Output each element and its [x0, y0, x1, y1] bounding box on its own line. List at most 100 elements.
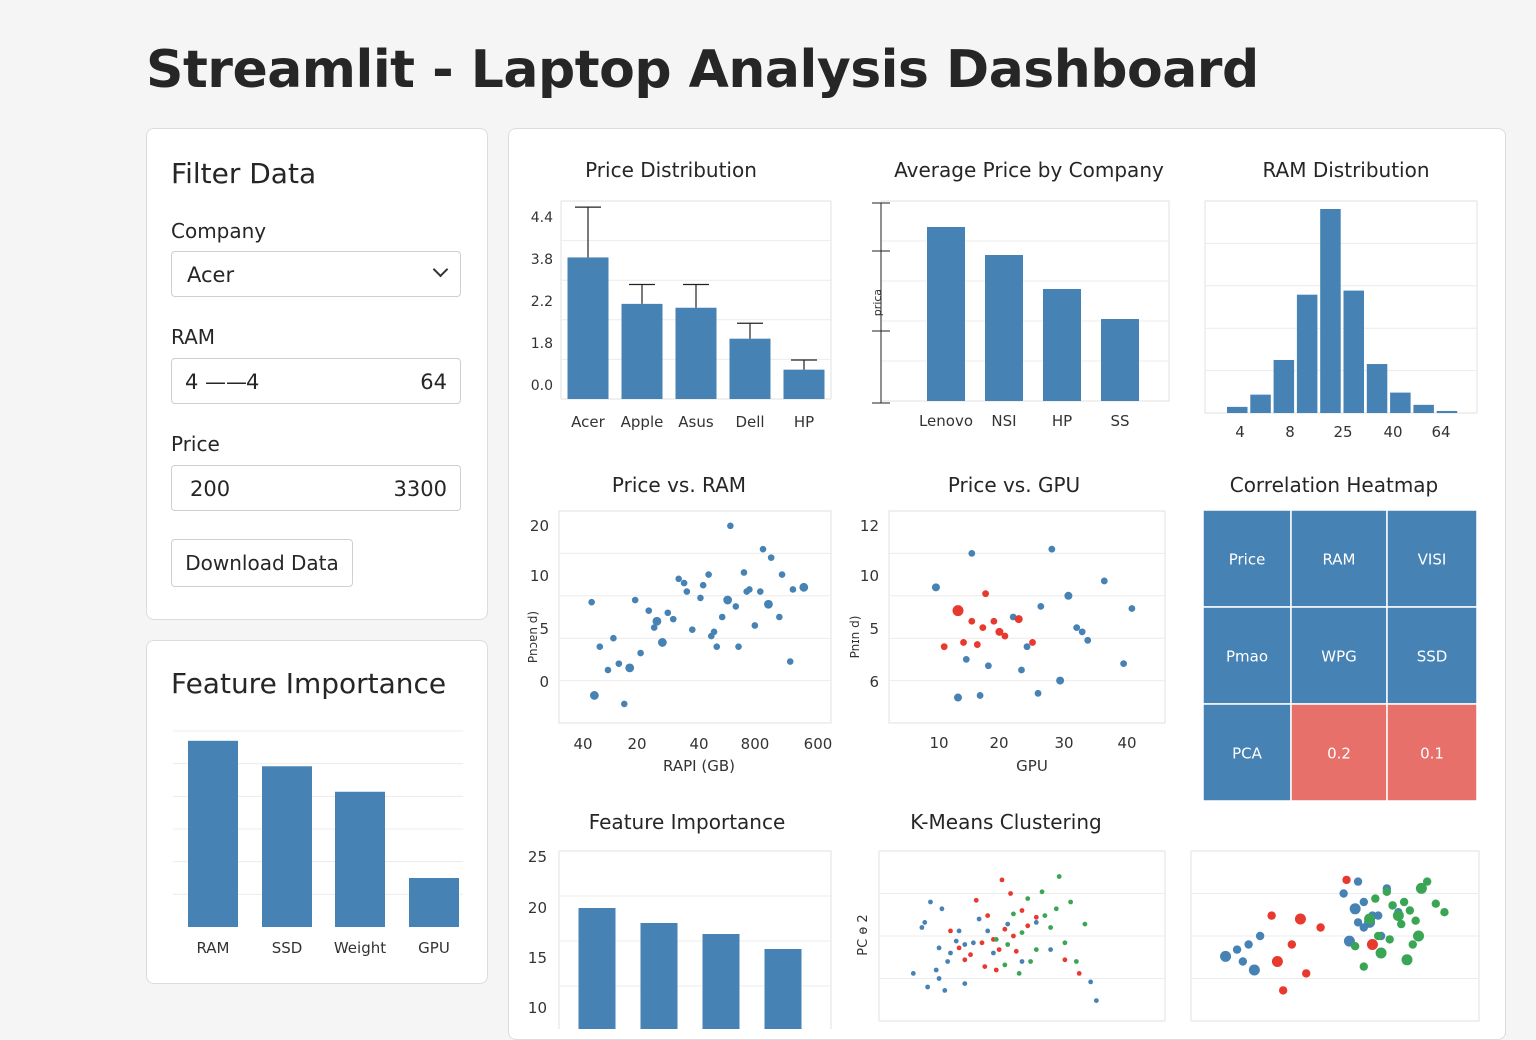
- price-gpu-point: [1048, 545, 1056, 553]
- price-ram-point: [688, 626, 696, 634]
- price-ram-point: [697, 594, 704, 602]
- price-ram-point: [588, 598, 595, 606]
- price-dist-xtick: Acer: [571, 413, 605, 431]
- kmeans2-point: [1411, 916, 1420, 925]
- kmeans2-point: [1302, 969, 1311, 978]
- kmeans2-point: [1408, 940, 1417, 949]
- kmeans2-point: [1316, 923, 1325, 932]
- kmeans2-point: [1392, 910, 1404, 922]
- price-range-input[interactable]: 200 3300: [171, 465, 461, 511]
- kmeans-point: [1068, 899, 1074, 905]
- price-max: 3300: [393, 477, 447, 501]
- ram-dist-xtick: 40: [1383, 423, 1402, 441]
- kmeans2-point: [1401, 954, 1413, 966]
- feature-importance-chart: RAM SSD Weight GPU: [173, 730, 463, 957]
- price-gpu-point: [1029, 639, 1036, 646]
- price-ram-point: [740, 569, 748, 576]
- kmeans2-point: [1431, 899, 1440, 908]
- kmeans-point: [1056, 874, 1062, 879]
- chevron-down-icon: [432, 261, 449, 278]
- ram-min: 4: [185, 370, 199, 394]
- fi2-bar: [578, 908, 616, 1029]
- kmeans2-point: [1353, 877, 1363, 886]
- price-gpu-point: [1078, 628, 1086, 636]
- price-ram-point: [708, 632, 715, 640]
- charts-canvas: Price Distribution 0.0 1.8 2.2 3.8 4.4 Acer App…: [526, 158, 1480, 1029]
- heatmap-cell-label: RAM: [1322, 551, 1355, 569]
- kmeans2-point: [1422, 877, 1432, 886]
- kmeans2-point: [1385, 935, 1394, 944]
- sidebar-fi-bar: [335, 791, 385, 927]
- ram-dist-frame: [1204, 200, 1478, 414]
- heatmap-cell-label: 0.1: [1420, 745, 1444, 763]
- kmeans-point: [996, 947, 1002, 952]
- kmeans-point: [1033, 947, 1039, 952]
- heatmap-cell-label: VISI: [1418, 551, 1447, 569]
- kmeans2-point: [1339, 889, 1348, 898]
- kmeans-ylabel: PC ɵ 2: [856, 914, 871, 955]
- ram-dist-bar: [1390, 392, 1411, 413]
- price-dist-bar: [621, 303, 663, 399]
- ram-low: 4: [246, 370, 260, 394]
- kmeans2-point: [1278, 986, 1288, 995]
- price-dist-bar: [675, 307, 717, 399]
- price-gpu-point: [1056, 676, 1065, 685]
- kmeans-point: [1088, 979, 1094, 985]
- kmeans2-point: [1399, 897, 1409, 907]
- price-ram-ytick: 5: [539, 620, 549, 638]
- heatmap-cell-label: SSD: [1417, 648, 1448, 666]
- sidebar-fi-bar: [262, 766, 312, 927]
- ram-dist-xtick: 8: [1285, 423, 1295, 441]
- price-dist-ytick: 1.8: [531, 336, 553, 352]
- fi2-bar: [702, 934, 740, 1029]
- price-ram-ytick: 0: [539, 673, 549, 691]
- ram-dist-bar: [1227, 406, 1248, 413]
- price-gpu-point: [976, 692, 984, 699]
- price-ram-point: [637, 649, 644, 657]
- kmeans2-point: [1388, 901, 1397, 910]
- sidebar-fi-xtick: RAM: [196, 939, 229, 957]
- price-gpu-point: [1037, 603, 1045, 610]
- kmeans2-point: [1359, 962, 1368, 971]
- price-ram-point: [705, 571, 712, 578]
- download-data-button[interactable]: Download Data: [171, 539, 353, 587]
- kmeans-point: [1093, 998, 1099, 1003]
- kmeans-point: [1011, 933, 1016, 939]
- price-ram-point: [759, 545, 767, 553]
- price-ram-point: [596, 643, 604, 650]
- kmeans-point: [1073, 959, 1079, 964]
- kmeans-point: [968, 952, 973, 958]
- kmeans2-point: [1405, 906, 1415, 915]
- kmeans2-point: [1374, 931, 1383, 941]
- price-dist-xtick: Apple: [621, 413, 664, 431]
- price-gpu-point: [1023, 643, 1031, 651]
- price-gpu-xtick: 30: [1054, 734, 1073, 752]
- kmeans2-point: [1364, 913, 1376, 925]
- company-select[interactable]: Acer: [171, 251, 461, 297]
- price-ram-point: [610, 634, 617, 642]
- price-dist-ytick: 3.8: [531, 252, 553, 268]
- ram-dist-bar: [1366, 364, 1388, 413]
- company-label: Company: [171, 219, 267, 243]
- price-ram-point: [675, 575, 682, 583]
- price-ram-xtick: 20: [627, 735, 646, 753]
- kmeans-point: [1008, 891, 1013, 896]
- price-dist-xtick: Dell: [735, 413, 764, 431]
- kmeans-point: [948, 928, 953, 934]
- kmeans-point: [962, 942, 968, 947]
- price-min: 200: [190, 477, 231, 501]
- kmeans-point: [970, 940, 976, 946]
- kmeans-point: [999, 877, 1005, 883]
- price-dist-ytick: 4.4: [531, 210, 553, 226]
- ram-label: RAM: [171, 325, 216, 349]
- kmeans-point: [973, 897, 979, 903]
- ram-dist-bar: [1343, 290, 1364, 413]
- kmeans-title: K-Means Clustering: [910, 810, 1101, 834]
- price-ram-ylabel: Pnɔɐn d): [526, 611, 540, 663]
- ram-range-input[interactable]: 4 —— 4 64: [171, 358, 461, 404]
- price-ram-point: [789, 586, 797, 593]
- price-gpu-title: Price vs. GPU: [948, 473, 1080, 497]
- kmeans-point: [1048, 947, 1053, 952]
- ram-dist-bar: [1250, 394, 1271, 413]
- price-gpu-point: [1034, 689, 1042, 697]
